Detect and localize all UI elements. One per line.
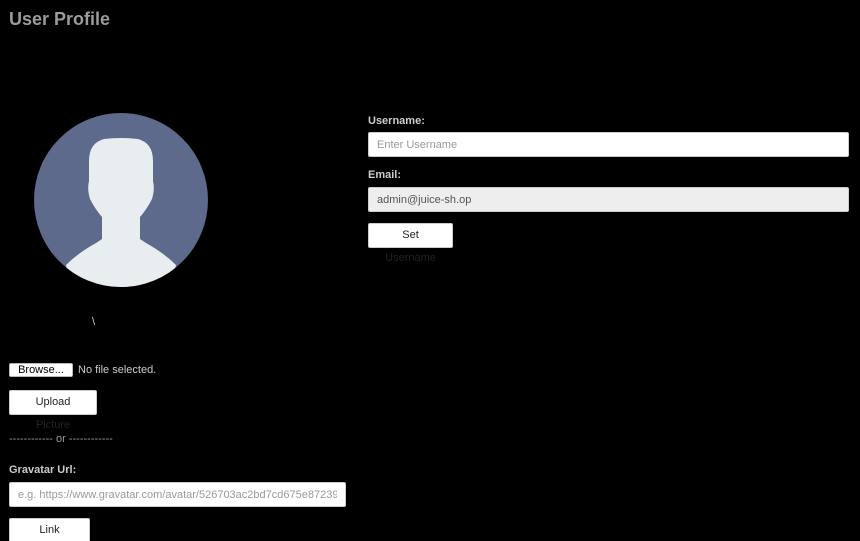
email-label: Email:	[368, 169, 402, 181]
file-status-text: No file selected.	[78, 364, 157, 376]
set-username-button[interactable]: Set Username	[368, 223, 453, 264]
or-separator: ------------ or ------------	[9, 433, 113, 445]
profile-avatar-image	[34, 113, 208, 287]
username-label: Username:	[368, 115, 425, 127]
avatar-caption: \	[92, 316, 96, 328]
user-avatar-icon	[34, 113, 208, 287]
user-profile-page: User Profile \ Browse... No file selecte…	[0, 0, 860, 541]
gravatar-url-input[interactable]	[9, 482, 346, 507]
upload-picture-button[interactable]: Upload Picture	[9, 390, 97, 431]
link-gravatar-button[interactable]: Link Gravatar	[9, 518, 90, 541]
gravatar-url-label: Gravatar Url:	[9, 464, 77, 476]
email-field	[368, 187, 849, 212]
page-title: User Profile	[9, 9, 111, 29]
browse-file-button[interactable]: Browse...	[9, 363, 73, 377]
username-input[interactable]	[368, 132, 849, 157]
file-upload-row: Browse... No file selected.	[9, 363, 156, 377]
